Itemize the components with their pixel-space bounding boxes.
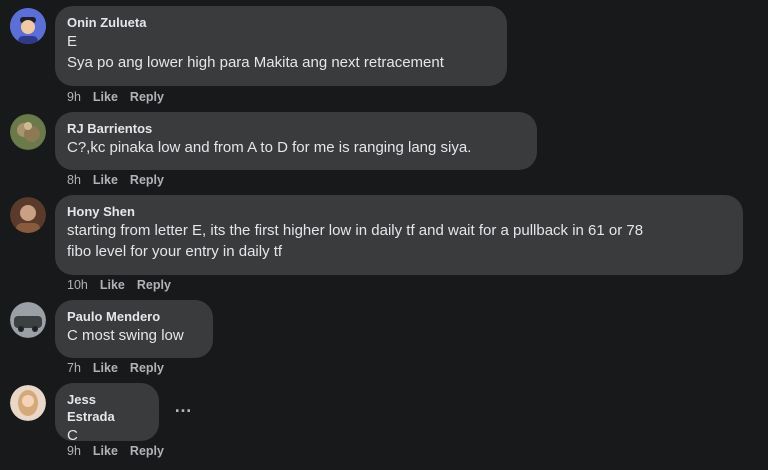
like-button[interactable]: Like	[93, 173, 118, 187]
comment-actions: 9h Like Reply	[67, 444, 176, 458]
comment-bubble: Hony Shen starting from letter E, its th…	[55, 195, 743, 275]
comment-time[interactable]: 8h	[67, 173, 81, 187]
comment-text-line: fibo level for your entry in daily tf	[67, 243, 283, 260]
avatar[interactable]	[10, 302, 46, 338]
comment-author[interactable]: Hony Shen	[67, 203, 731, 220]
comment-bubble: Paulo Mendero C most swing low	[55, 300, 213, 358]
comment-actions: 7h Like Reply	[67, 361, 176, 375]
reply-button[interactable]: Reply	[130, 90, 164, 104]
comment-time[interactable]: 7h	[67, 361, 81, 375]
comment-author[interactable]: RJ Barrientos	[67, 120, 525, 137]
comment-author[interactable]: Paulo Mendero	[67, 308, 201, 325]
comment-time[interactable]: 10h	[67, 278, 88, 292]
comment-author[interactable]: Jess Estrada	[67, 391, 147, 425]
comment-bubble: Onin Zulueta E Sya po ang lower high par…	[55, 6, 507, 86]
comment-text-line: C	[67, 427, 78, 444]
comment-text-line: C?,kc pinaka low and from A to D for me …	[67, 139, 472, 156]
comment-text-line: E	[67, 33, 78, 50]
comment-time[interactable]: 9h	[67, 444, 81, 458]
like-button[interactable]: Like	[93, 361, 118, 375]
reply-button[interactable]: Reply	[130, 173, 164, 187]
comment-bubble: Jess Estrada C	[55, 383, 159, 444]
comment-time[interactable]: 9h	[67, 90, 81, 104]
like-button[interactable]: Like	[93, 444, 118, 458]
reply-button[interactable]: Reply	[137, 278, 171, 292]
comment-actions: 9h Like Reply	[67, 90, 176, 104]
comment-actions: 10h Like Reply	[67, 278, 183, 292]
comment-actions: 8h Like Reply	[67, 173, 176, 187]
reply-button[interactable]: Reply	[130, 444, 164, 458]
avatar[interactable]	[10, 385, 46, 421]
comment-author[interactable]: Onin Zulueta	[67, 14, 495, 31]
avatar[interactable]	[10, 8, 46, 44]
comment-text-line: Sya po ang lower high para Makita ang ne…	[67, 54, 444, 71]
comment-text-line: starting from letter E, its the first hi…	[67, 222, 644, 239]
avatar[interactable]	[10, 114, 46, 150]
comment-bubble: RJ Barrientos C?,kc pinaka low and from …	[55, 112, 537, 170]
avatar[interactable]	[10, 197, 46, 233]
more-options-icon[interactable]: …	[174, 396, 193, 417]
reply-button[interactable]: Reply	[130, 361, 164, 375]
like-button[interactable]: Like	[93, 90, 118, 104]
comment-text-line: C most swing low	[67, 327, 184, 344]
like-button[interactable]: Like	[100, 278, 125, 292]
